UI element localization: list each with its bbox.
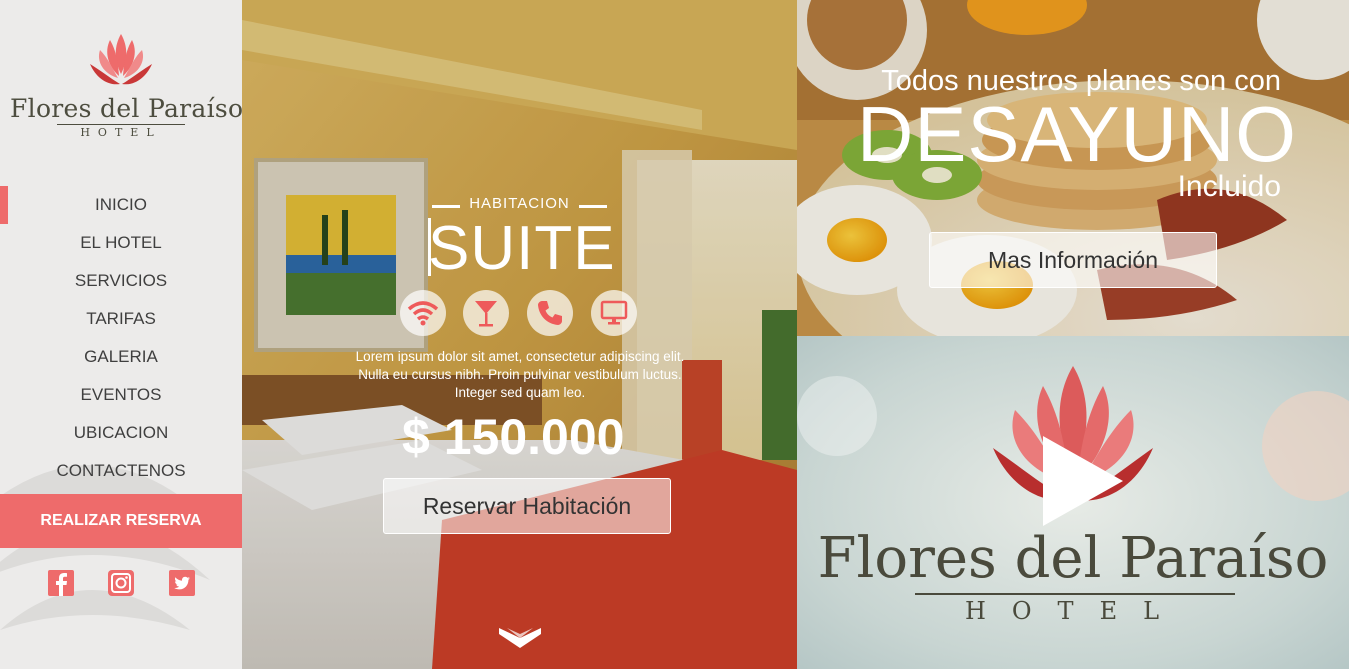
reserve-button[interactable]: REALIZAR RESERVA	[0, 494, 242, 548]
nav-item-galeria[interactable]: GALERIA	[0, 338, 242, 376]
main-nav: INICIO EL HOTEL SERVICIOS TARIFAS GALERI…	[0, 186, 242, 490]
logo[interactable]: Flores del Paraíso HOTEL	[10, 30, 242, 142]
room-name: SUITE	[428, 214, 616, 283]
video-panel: Flores del Paraíso HOTEL	[797, 336, 1349, 669]
more-info-button[interactable]: Mas Información	[929, 232, 1217, 288]
video-brand-name: Flores del Paraíso	[817, 526, 1329, 591]
room-category-label: HABITACION	[432, 195, 607, 212]
video-brand-subtitle: HOTEL	[915, 593, 1235, 625]
nav-item-tarifas[interactable]: TARIFAS	[0, 300, 242, 338]
breakfast-panel: Todos nuestros planes son con DESAYUNO I…	[797, 0, 1349, 336]
phone-icon	[527, 290, 573, 336]
twitter-icon[interactable]	[169, 570, 195, 596]
room-description: Lorem ipsum dolor sit amet, consectetur …	[355, 349, 685, 400]
facebook-icon[interactable]	[48, 570, 74, 596]
instagram-icon[interactable]	[108, 570, 134, 596]
nav-item-eventos[interactable]: EVENTOS	[0, 376, 242, 414]
nav-item-contactenos[interactable]: CONTACTENOS	[0, 452, 242, 490]
brand-subtitle: HOTEL	[57, 124, 185, 139]
wifi-icon	[400, 290, 446, 336]
room-content: HABITACION SUITE Lorem ipsum dolor sit a…	[242, 0, 797, 669]
nav-item-ubicacion[interactable]: UBICACION	[0, 414, 242, 452]
breakfast-line3: Incluido	[1177, 170, 1281, 203]
breakfast-highlight: DESAYUNO	[857, 90, 1297, 178]
room-price: $ 150.000	[402, 409, 625, 465]
scroll-down-icon[interactable]	[499, 626, 541, 650]
play-icon[interactable]	[1043, 436, 1123, 526]
cocktail-icon	[463, 290, 509, 336]
room-panel: HABITACION SUITE Lorem ipsum dolor sit a…	[242, 0, 797, 669]
nav-item-inicio[interactable]: INICIO	[0, 186, 242, 224]
book-room-button[interactable]: Reservar Habitación	[383, 478, 671, 534]
tv-icon	[591, 290, 637, 336]
nav-item-servicios[interactable]: SERVICIOS	[0, 262, 242, 300]
lotus-logo-icon	[90, 34, 152, 85]
nav-item-el-hotel[interactable]: EL HOTEL	[0, 224, 242, 262]
brand-name: Flores del Paraíso	[10, 94, 242, 123]
sidebar: Flores del Paraíso HOTEL INICIO EL HOTEL…	[0, 0, 242, 669]
